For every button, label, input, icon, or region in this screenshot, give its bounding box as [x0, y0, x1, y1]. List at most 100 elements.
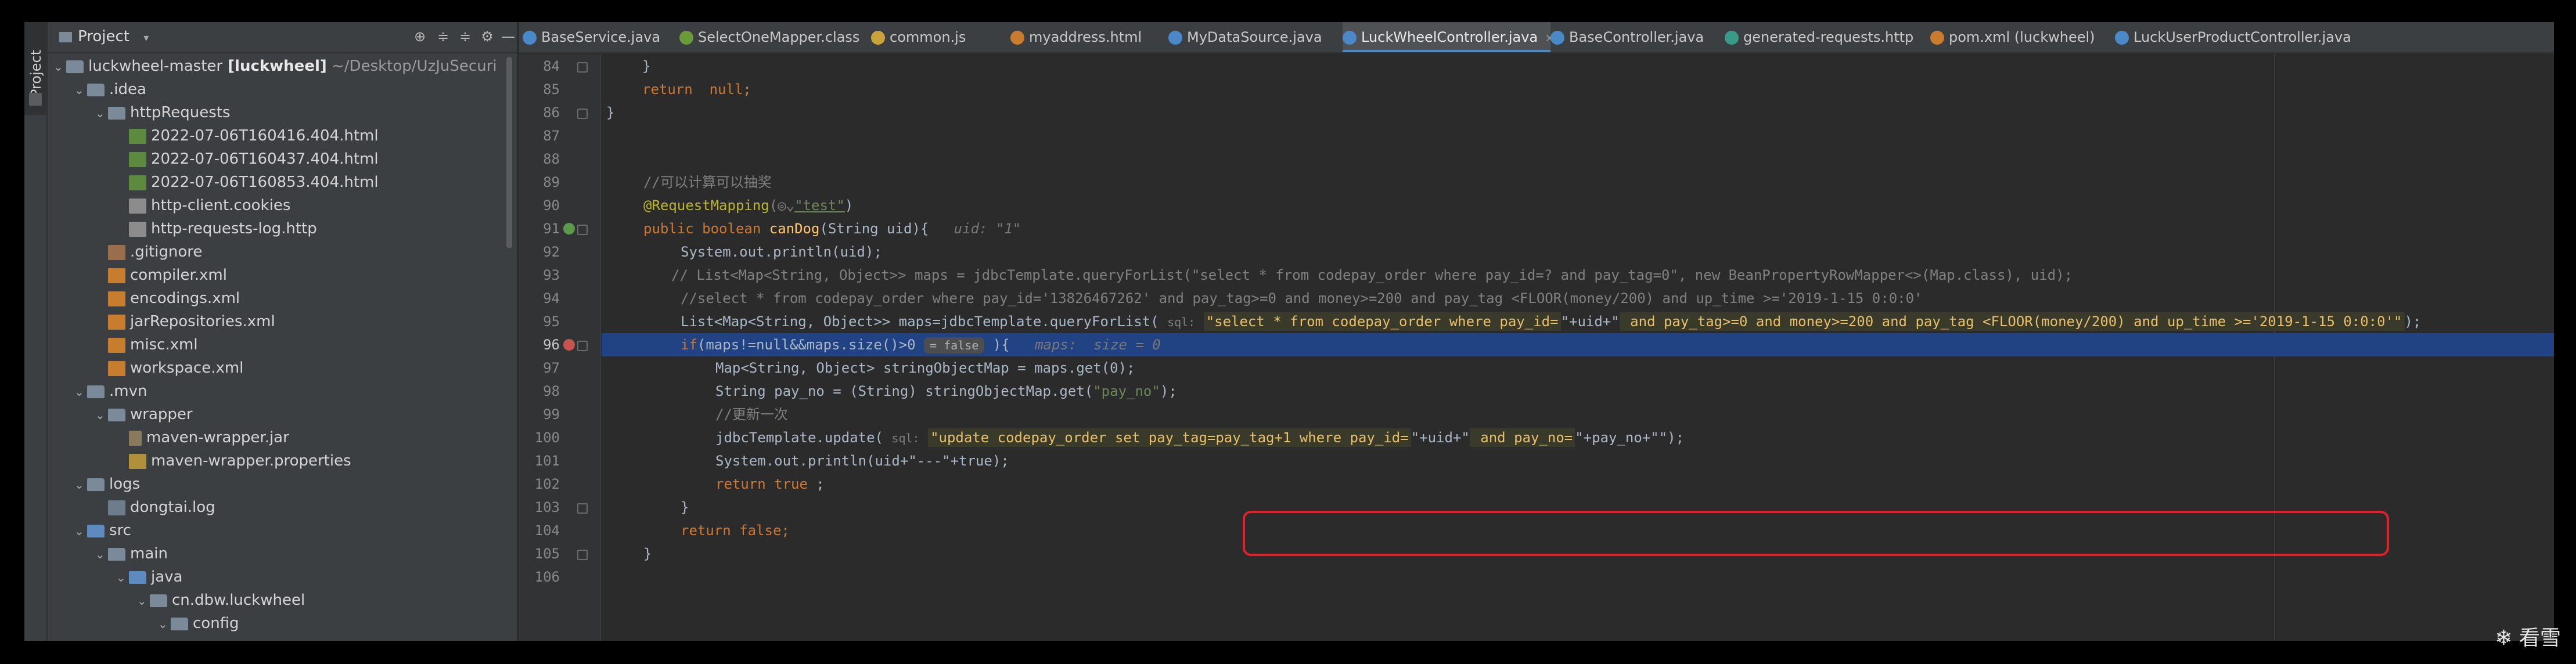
collapse-all-icon[interactable]: ≑	[458, 29, 473, 44]
editor-tab[interactable]: generated-requests.http	[1725, 22, 1930, 52]
tree-item[interactable]: ⌄ httpRequests	[95, 101, 231, 124]
tree-item[interactable]: ⌄ .mvn	[74, 380, 147, 403]
tree-item-label: .gitignore	[130, 243, 203, 261]
line-number[interactable]: 101	[519, 449, 560, 472]
editor-tab[interactable]: common.js	[871, 22, 1010, 52]
tree-item-label: logs	[109, 475, 141, 493]
tree-item[interactable]: 2022-07-06T160416.404.html	[116, 124, 379, 147]
folder-icon	[87, 478, 105, 491]
editor-tabs: BaseService.java SelectOneMapper.class com…	[519, 22, 2554, 53]
editor-tab[interactable]: BaseService.java	[523, 22, 679, 52]
tree-item[interactable]: ⌄ wrapper	[95, 403, 193, 426]
line-number[interactable]: 84	[519, 55, 560, 78]
line-number[interactable]: 97	[519, 356, 560, 380]
tree-item[interactable]: dongtai.log	[95, 496, 215, 519]
tree-item[interactable]: jarRepositories.xml	[95, 310, 275, 333]
fold-marker-icon[interactable]	[577, 341, 588, 351]
project-scrollbar[interactable]	[506, 57, 512, 248]
code-editor[interactable]: } return null; } //可以计算可以抽奖 @RequestMapp…	[602, 55, 2554, 641]
line-number[interactable]: 100	[519, 426, 560, 449]
fold-marker-icon[interactable]	[577, 109, 588, 119]
line-number[interactable]: 102	[519, 472, 560, 496]
chevron-down-icon[interactable]: ⌄	[95, 102, 108, 125]
tree-item[interactable]: ⌄ cn.dbw.luckwheel	[137, 589, 305, 612]
tree-item[interactable]: 2022-07-06T160853.404.html	[116, 171, 379, 194]
tree-item[interactable]: ⌄ java	[116, 565, 182, 589]
gear-icon[interactable]: ⚙	[480, 29, 495, 44]
chevron-down-icon[interactable]: ⌄	[95, 403, 108, 427]
line-number[interactable]: 99	[519, 403, 560, 426]
project-view-selector[interactable]: Project ▾	[59, 28, 149, 45]
line-number[interactable]: 87	[519, 124, 560, 147]
tree-item[interactable]: ⌄ .idea	[74, 78, 146, 101]
editor-tab-label: SelectOneMapper.class	[698, 29, 860, 45]
editor-tab-label: generated-requests.http	[1743, 29, 1914, 45]
tree-item[interactable]: http-client.cookies	[116, 194, 290, 217]
chevron-down-icon[interactable]: ⌄	[158, 612, 171, 636]
line-number[interactable]: 85	[519, 78, 560, 101]
editor-tab[interactable]: pom.xml (luckwheel)	[1930, 22, 2115, 52]
chevron-down-icon[interactable]: ⌄	[74, 78, 87, 102]
fold-marker-icon[interactable]	[577, 503, 588, 514]
chevron-down-icon[interactable]: ⌄	[74, 380, 87, 403]
tree-item[interactable]: .gitignore	[95, 240, 202, 264]
expand-all-icon[interactable]: ≑	[436, 29, 451, 44]
tree-item[interactable]: ⌄ main	[95, 542, 168, 565]
project-path: ~/Desktop/UzJuSecuri	[326, 57, 497, 75]
code-line-91: public boolean canDog(String uid){ uid: …	[643, 221, 1021, 237]
tree-item[interactable]: ⌄ src	[74, 519, 131, 542]
fold-marker-icon[interactable]	[577, 550, 588, 560]
file-type-icon	[523, 31, 537, 45]
line-number[interactable]: 86	[519, 101, 560, 124]
line-number[interactable]: 96	[519, 333, 560, 356]
line-number[interactable]: 95	[519, 310, 560, 333]
line-number[interactable]: 105	[519, 542, 560, 565]
tree-item[interactable]: 2022-07-06T160437.404.html	[116, 147, 379, 171]
line-number[interactable]: 90	[519, 194, 560, 217]
minimize-icon[interactable]: —	[501, 29, 516, 44]
line-number[interactable]: 89	[519, 171, 560, 194]
line-number[interactable]: 88	[519, 147, 560, 171]
editor-tab[interactable]: LuckWheelController.java ×	[1343, 22, 1555, 52]
chevron-down-icon[interactable]: ⌄	[53, 55, 66, 78]
chevron-down-icon[interactable]: ⌄	[137, 589, 150, 612]
tree-item[interactable]: misc.xml	[95, 333, 198, 356]
tree-item[interactable]: encodings.xml	[95, 287, 240, 310]
chevron-down-icon[interactable]: ⌄	[95, 543, 108, 566]
fold-marker-icon[interactable]	[577, 62, 588, 73]
editor-tab[interactable]: MyDataSource.java	[1168, 22, 1343, 52]
editor-tab[interactable]: SelectOneMapper.class	[679, 22, 871, 52]
line-number[interactable]: 103	[519, 496, 560, 519]
chevron-down-icon[interactable]: ⌄	[74, 473, 87, 496]
chevron-down-icon[interactable]: ⌄	[116, 566, 129, 589]
chevron-down-icon[interactable]: ⌄	[74, 519, 87, 543]
line-number[interactable]: 104	[519, 519, 560, 542]
tree-item[interactable]: ⌄ luckwheel-master [luckwheel] ~/Desktop/…	[53, 55, 497, 78]
xml-icon	[108, 291, 125, 306]
breakpoint-icon[interactable]	[563, 339, 575, 351]
tree-item[interactable]: ⌄ logs	[74, 472, 140, 496]
editor-tab[interactable]: BaseController.java	[1550, 22, 1725, 52]
tree-item-label: src	[109, 522, 131, 539]
tree-item[interactable]: ⌄ config	[158, 612, 239, 635]
editor-tab[interactable]: myaddress.html	[1010, 22, 1168, 52]
folder-icon	[87, 385, 105, 398]
locate-icon[interactable]: ⊕	[412, 29, 427, 44]
tree-item[interactable]: workspace.xml	[95, 356, 243, 380]
line-number[interactable]: 92	[519, 240, 560, 264]
editor-tab[interactable]: LuckUserProductController.java	[2115, 22, 2351, 52]
fold-marker-icon[interactable]	[577, 225, 588, 235]
tree-item[interactable]: http-requests-log.http	[116, 217, 317, 240]
code-line-89: //可以计算可以抽奖	[643, 174, 772, 190]
tree-item[interactable]: compiler.xml	[95, 264, 227, 287]
props-icon	[129, 453, 146, 469]
tree-item[interactable]: maven-wrapper.jar	[116, 426, 289, 449]
line-number[interactable]: 98	[519, 380, 560, 403]
run-method-icon[interactable]	[563, 223, 575, 234]
project-tool-tab[interactable]: Project	[24, 22, 46, 115]
tree-item[interactable]: maven-wrapper.properties	[116, 449, 351, 472]
line-number[interactable]: 94	[519, 287, 560, 310]
line-number[interactable]: 93	[519, 264, 560, 287]
line-number[interactable]: 91	[519, 217, 560, 240]
line-number[interactable]: 106	[519, 565, 560, 589]
